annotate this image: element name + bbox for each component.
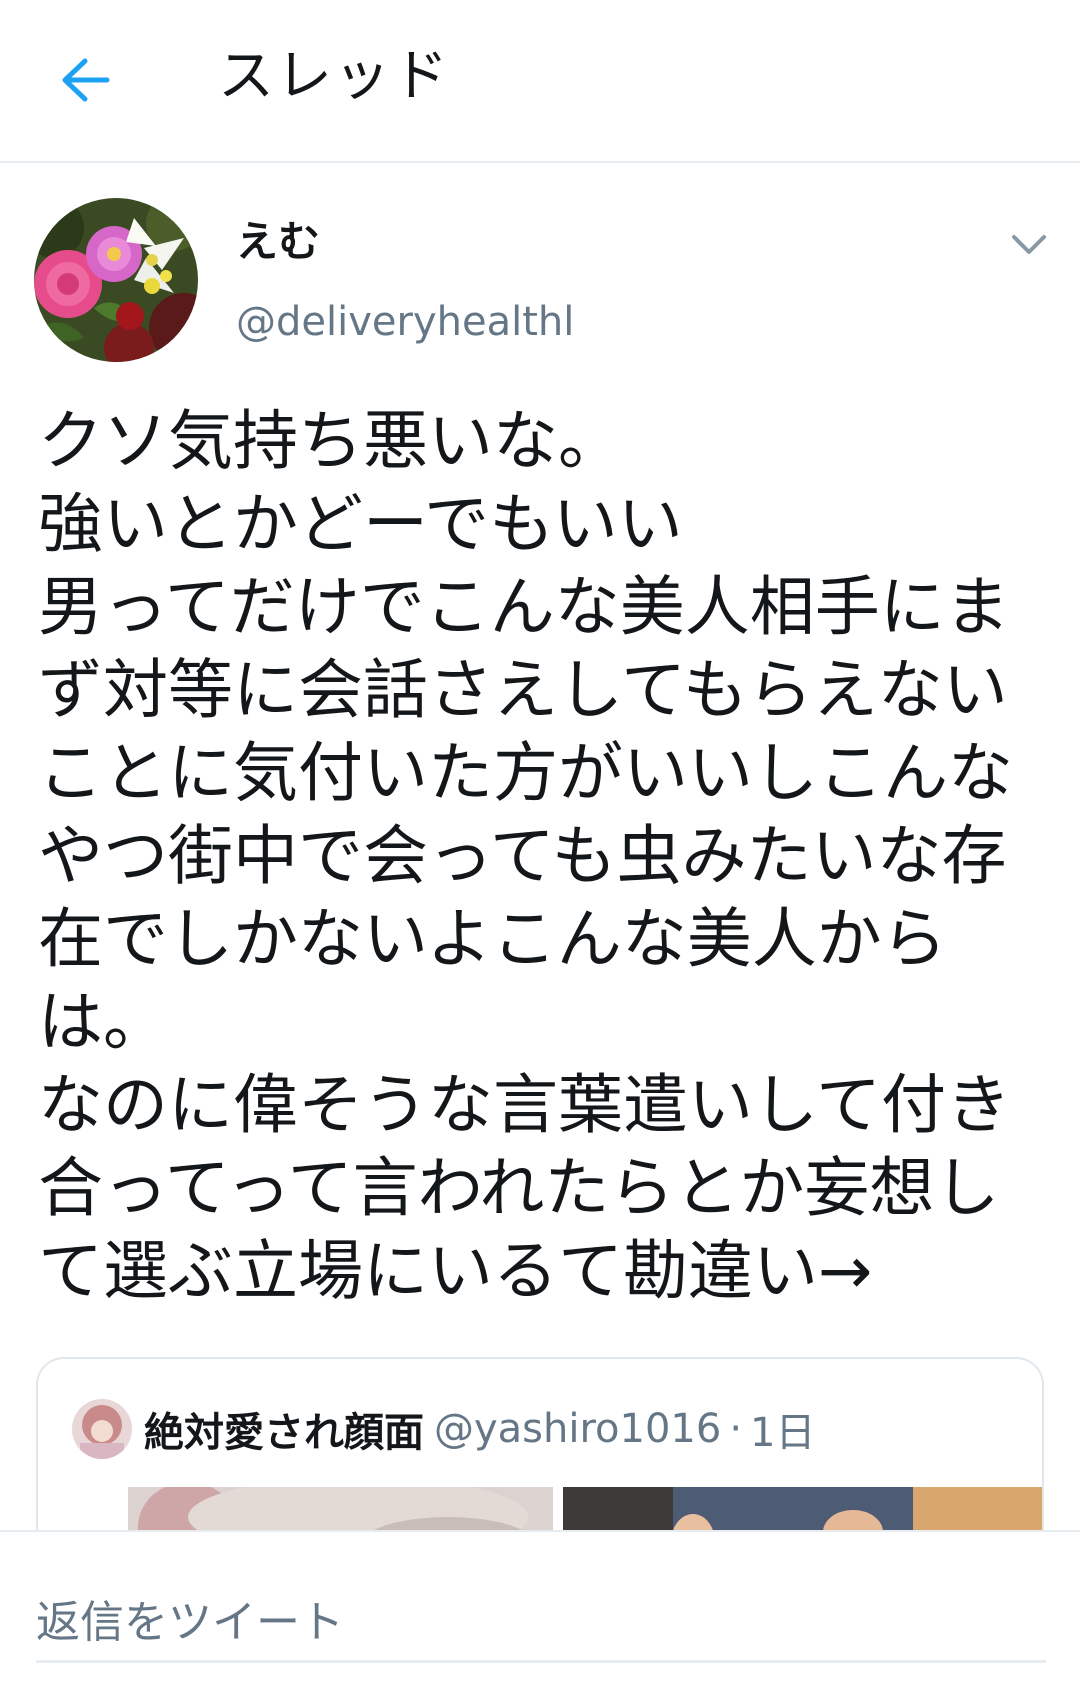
tweet-line: ず対等に会話さえしてもらえない bbox=[38, 653, 1008, 728]
tweet-line: は。 bbox=[38, 985, 169, 1060]
tweet-line: て選ぶ立場にいるて勘違い→ bbox=[38, 1234, 873, 1309]
quoted-author-name: 絶対愛され顔面 bbox=[144, 1410, 424, 1456]
page-title: スレッド bbox=[218, 44, 450, 109]
separator-dot: · bbox=[729, 1406, 743, 1452]
tweet-line: ことに気付いた方がいいしこんな bbox=[38, 736, 1014, 811]
tweet-line: なのに偉そうな言葉遣いして付き bbox=[38, 1068, 1012, 1143]
tweet-line: 強いとかどーでもいい bbox=[38, 487, 683, 562]
quoted-author-handle: @yashiro1016 bbox=[434, 1406, 722, 1452]
back-button[interactable] bbox=[50, 50, 120, 110]
quoted-timestamp: 1日 bbox=[750, 1410, 816, 1456]
avatar[interactable] bbox=[34, 198, 198, 362]
quoted-tweet-card[interactable]: 絶対愛され顔面 @yashiro1016 · 1日 bbox=[36, 1357, 1044, 1557]
flower-bouquet-avatar bbox=[34, 198, 198, 362]
chevron-down-icon bbox=[1012, 235, 1046, 254]
tweet-line: 在でしかないよこんな美人から bbox=[38, 902, 947, 977]
top-app-bar: スレッド bbox=[0, 0, 1080, 163]
reply-bar bbox=[0, 1530, 1080, 1695]
quoted-avatar bbox=[72, 1399, 132, 1459]
author-handle[interactable]: @deliveryhealthl bbox=[236, 296, 574, 348]
tweet-line: 男ってだけでこんな美人相手にま bbox=[38, 570, 1010, 645]
quoted-tweet-header: 絶対愛され顔面 @yashiro1016 · 1日 bbox=[72, 1399, 816, 1459]
reply-input[interactable] bbox=[36, 1584, 1046, 1663]
arrow-left-icon bbox=[62, 58, 110, 102]
tweet-line: 合ってって言われたらとか妄想し bbox=[38, 1151, 1000, 1226]
tweet-line: やつ街中で会っても虫みたいな存 bbox=[38, 819, 1007, 894]
tweet-menu-button[interactable] bbox=[1004, 225, 1054, 265]
author-name[interactable]: えむ bbox=[236, 215, 320, 269]
tweet-line: クソ気持ち悪いな。 bbox=[38, 404, 624, 479]
tweet-text: クソ気持ち悪いな。 強いとかどーでもいい 男ってだけでこんな美人相手にま ず対等… bbox=[38, 400, 1048, 1313]
quoted-avatar-image bbox=[72, 1399, 132, 1459]
